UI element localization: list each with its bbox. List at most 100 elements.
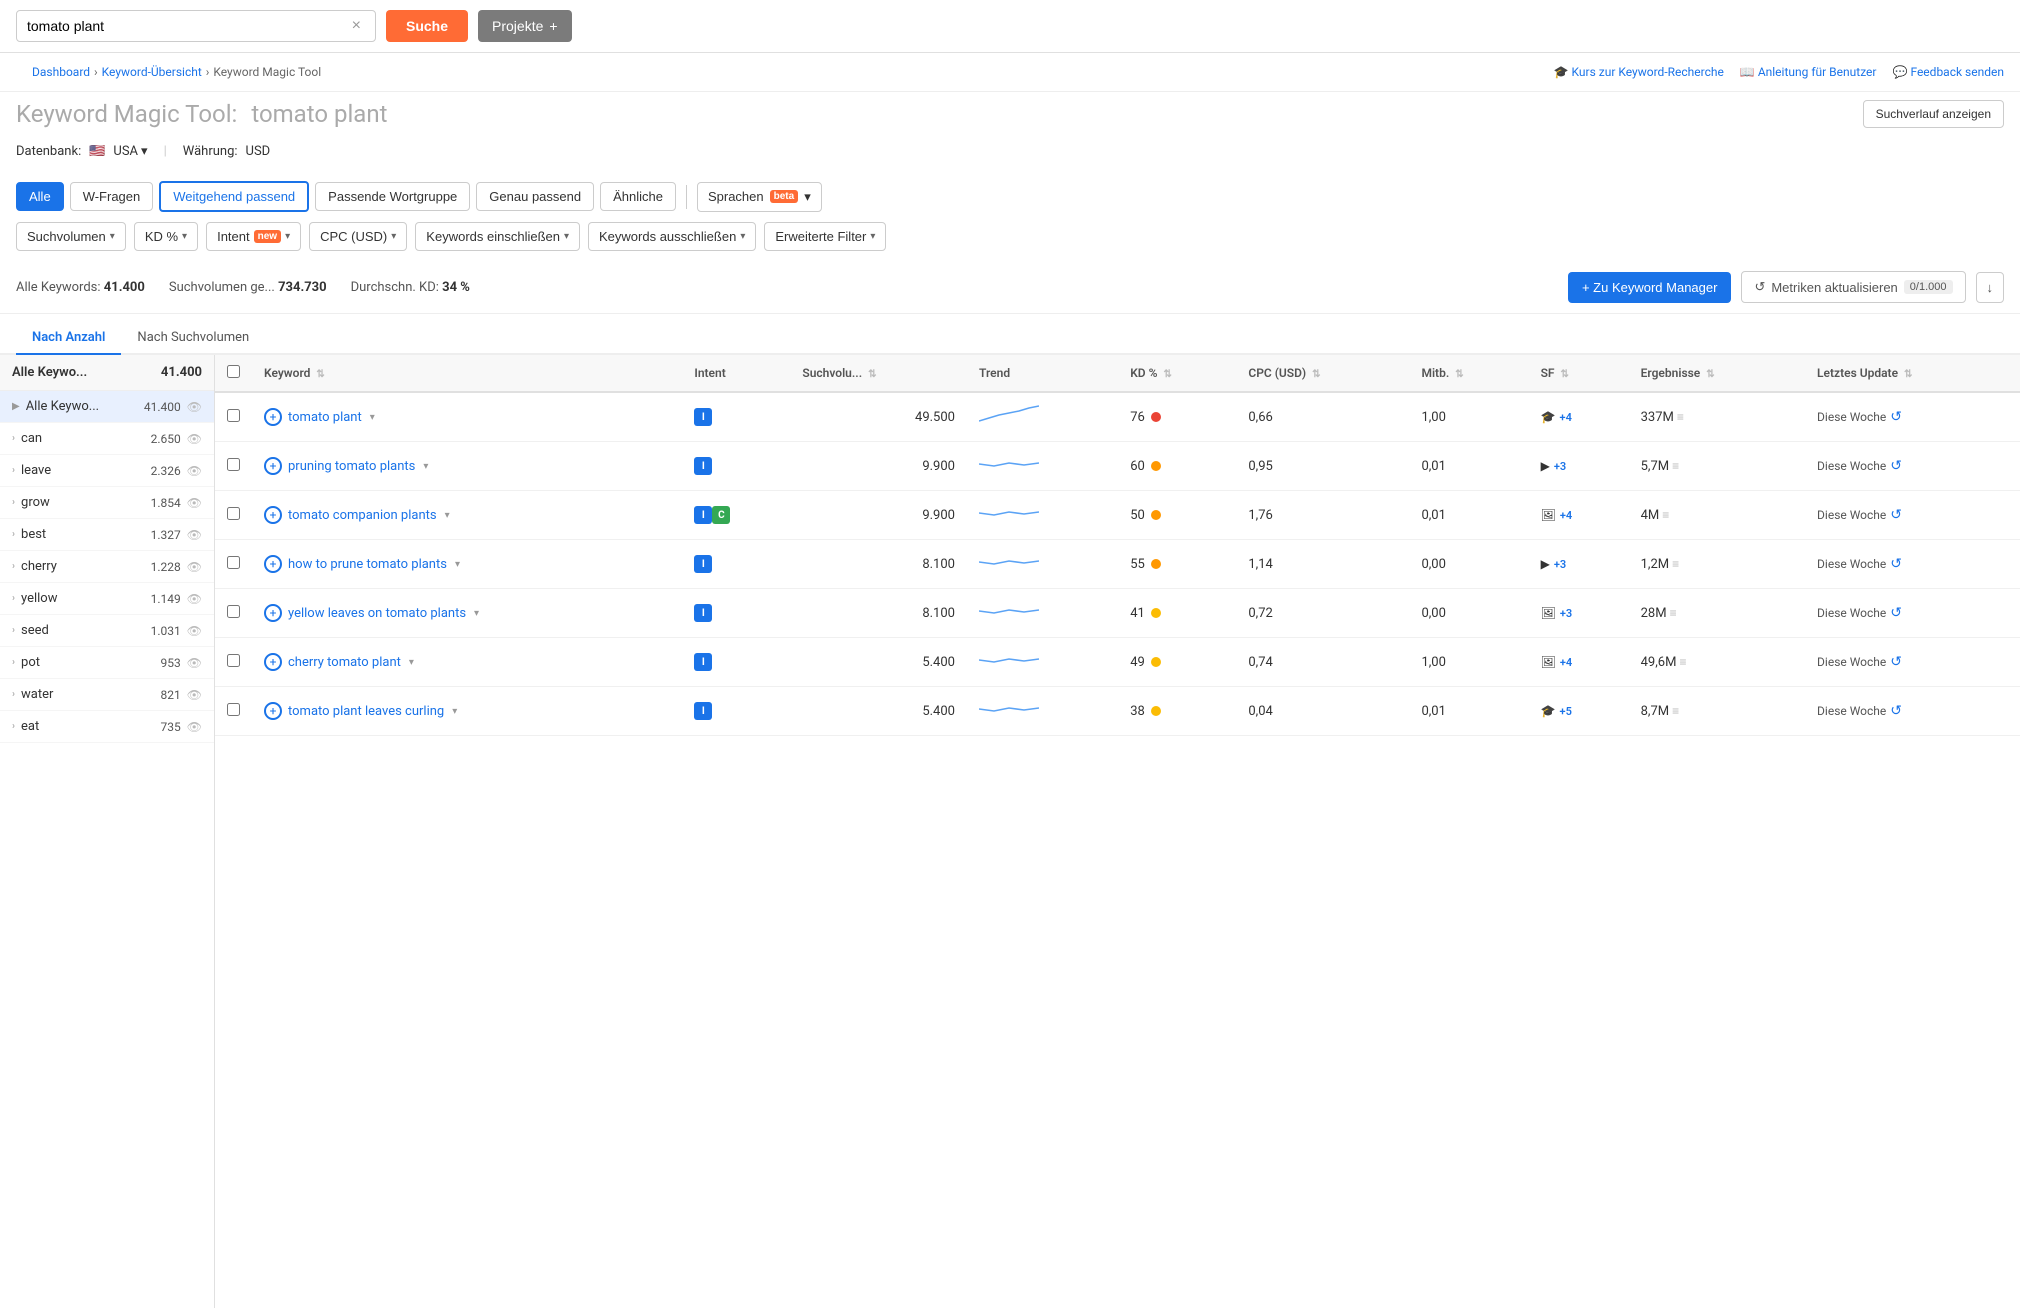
sidebar-item-grow[interactable]: › grow 1.854 👁 [0,487,214,519]
show-history-button[interactable]: Suchverlauf anzeigen [1863,100,2004,128]
search-input[interactable] [27,18,348,34]
sf-plus[interactable]: +4 [1560,509,1572,522]
add-to-keyword-manager-button[interactable]: + Zu Keyword Manager [1568,272,1731,303]
row-checkbox-cell[interactable] [215,392,252,442]
eye-icon[interactable]: 👁 [187,432,202,446]
keyword-link[interactable]: cherry tomato plant [288,655,401,670]
tab-passende[interactable]: Passende Wortgruppe [315,182,470,211]
keyword-link[interactable]: tomato companion plants [288,508,437,523]
anleitung-link[interactable]: 📖 Anleitung für Benutzer [1740,65,1877,79]
tab-weitgehend[interactable]: Weitgehend passend [159,181,309,212]
keywords-exclude-filter[interactable]: Keywords ausschließen ▾ [588,222,756,251]
update-column-header[interactable]: Letztes Update ⇅ [1805,355,2020,392]
keywords-include-filter[interactable]: Keywords einschließen ▾ [415,222,580,251]
sf-plus[interactable]: +4 [1560,411,1572,424]
keyword-dropdown-icon[interactable]: ▾ [445,510,450,521]
add-keyword-icon[interactable]: + [264,604,282,622]
kd-filter[interactable]: KD % ▾ [134,222,198,251]
sf-plus[interactable]: +3 [1554,460,1566,473]
row-checkbox-cell[interactable] [215,540,252,589]
eye-icon[interactable]: 👁 [187,560,202,574]
feedback-link[interactable]: 💬 Feedback senden [1892,65,2004,79]
keyword-link[interactable]: yellow leaves on tomato plants [288,606,466,621]
sidebar-item-water[interactable]: › water 821 👁 [0,679,214,711]
sf-plus[interactable]: +5 [1560,705,1572,718]
add-keyword-icon[interactable]: + [264,457,282,475]
tab-alle[interactable]: Alle [16,182,64,211]
cpc-column-header[interactable]: CPC (USD) ⇅ [1236,355,1409,392]
add-keyword-icon[interactable]: + [264,702,282,720]
refresh-icon[interactable]: ↺ [1890,458,1902,474]
sidebar-item-all[interactable]: ▶ Alle Keywo... 41.400 👁 [0,391,214,423]
add-keyword-icon[interactable]: + [264,653,282,671]
projekte-button[interactable]: Projekte + [478,10,572,42]
select-all-header[interactable] [215,355,252,392]
keyword-dropdown-icon[interactable]: ▾ [423,461,428,472]
keyword-dropdown-icon[interactable]: ▾ [370,412,375,423]
eye-icon[interactable]: 👁 [187,656,202,670]
keyword-link[interactable]: how to prune tomato plants [288,557,447,572]
refresh-icon[interactable]: ↺ [1890,556,1902,572]
suche-button[interactable]: Suche [386,10,468,42]
eye-icon[interactable]: 👁 [187,688,202,702]
kd-column-header[interactable]: KD % ⇅ [1118,355,1236,392]
update-metrics-button[interactable]: ↺ Metriken aktualisieren 0/1.000 [1741,271,1965,303]
intent-filter[interactable]: Intent new ▾ [206,222,301,251]
keyword-column-header[interactable]: Keyword ⇅ [252,355,682,392]
refresh-icon[interactable]: ↺ [1890,409,1902,425]
country-dropdown[interactable]: USA ▾ [113,144,147,159]
breadcrumb-dashboard[interactable]: Dashboard [32,65,90,79]
refresh-icon[interactable]: ↺ [1890,605,1902,621]
breadcrumb-keyword-overview[interactable]: Keyword-Übersicht [102,65,202,79]
eye-icon[interactable]: 👁 [187,464,202,478]
eye-icon[interactable]: 👁 [187,624,202,638]
add-keyword-icon[interactable]: + [264,506,282,524]
sidebar-item-seed[interactable]: › seed 1.031 👁 [0,615,214,647]
sf-plus[interactable]: +4 [1560,656,1572,669]
keyword-dropdown-icon[interactable]: ▾ [474,608,479,619]
keyword-link[interactable]: tomato plant leaves curling [288,704,444,719]
kurs-link[interactable]: 🎓 Kurs zur Keyword-Recherche [1554,65,1724,79]
refresh-icon[interactable]: ↺ [1890,703,1902,719]
sort-tab-suchvolumen[interactable]: Nach Suchvolumen [121,322,265,355]
sort-tab-anzahl[interactable]: Nach Anzahl [16,322,121,355]
sf-plus[interactable]: +3 [1554,558,1566,571]
row-checkbox-cell[interactable] [215,687,252,736]
sidebar-item-pot[interactable]: › pot 953 👁 [0,647,214,679]
clear-button[interactable]: × [348,17,365,35]
sidebar-item-eat[interactable]: › eat 735 👁 [0,711,214,743]
sidebar-item-best[interactable]: › best 1.327 👁 [0,519,214,551]
row-checkbox-cell[interactable] [215,442,252,491]
keyword-dropdown-icon[interactable]: ▾ [452,706,457,717]
keyword-link[interactable]: tomato plant [288,410,362,425]
keyword-link[interactable]: pruning tomato plants [288,459,415,474]
sidebar-item-cherry[interactable]: › cherry 1.228 👁 [0,551,214,583]
refresh-icon[interactable]: ↺ [1890,507,1902,523]
eye-icon[interactable]: 👁 [187,400,202,414]
tab-aehnliche[interactable]: Ähnliche [600,182,676,211]
eye-icon[interactable]: 👁 [187,528,202,542]
eye-icon[interactable]: 👁 [187,720,202,734]
sprachen-dropdown[interactable]: Sprachen beta ▾ [697,182,822,212]
cpc-filter[interactable]: CPC (USD) ▾ [309,222,407,251]
eye-icon[interactable]: 👁 [187,496,202,510]
sidebar-item-yellow[interactable]: › yellow 1.149 👁 [0,583,214,615]
add-keyword-icon[interactable]: + [264,555,282,573]
advanced-filter[interactable]: Erweiterte Filter ▾ [764,222,886,251]
sf-column-header[interactable]: SF ⇅ [1529,355,1629,392]
row-checkbox-cell[interactable] [215,638,252,687]
keyword-dropdown-icon[interactable]: ▾ [455,559,460,570]
keyword-dropdown-icon[interactable]: ▾ [409,657,414,668]
export-button[interactable]: ↓ [1976,272,2005,303]
sidebar-item-leave[interactable]: › leave 2.326 👁 [0,455,214,487]
suchvolumen-filter[interactable]: Suchvolumen ▾ [16,222,126,251]
intent-column-header[interactable]: Intent [682,355,790,392]
sidebar-item-can[interactable]: › can 2.650 👁 [0,423,214,455]
tab-genau[interactable]: Genau passend [476,182,594,211]
add-keyword-icon[interactable]: + [264,408,282,426]
tab-w-fragen[interactable]: W-Fragen [70,182,154,211]
results-column-header[interactable]: Ergebnisse ⇅ [1629,355,1805,392]
eye-icon[interactable]: 👁 [187,592,202,606]
row-checkbox-cell[interactable] [215,491,252,540]
sf-plus[interactable]: +3 [1560,607,1572,620]
